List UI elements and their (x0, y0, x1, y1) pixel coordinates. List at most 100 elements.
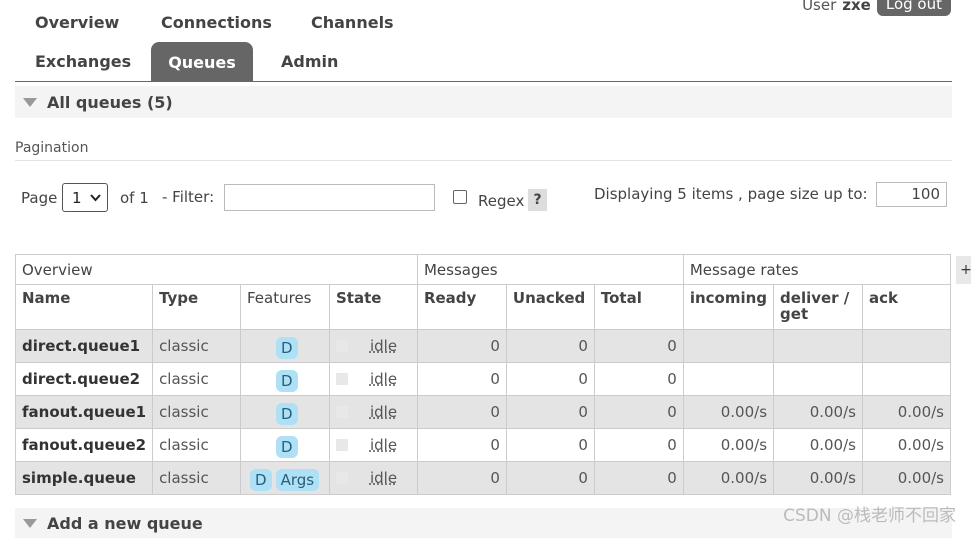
table-row[interactable]: fanout.queue2 classic D idle 0 0 0 0.00/… (14, 428, 952, 462)
col-deliver-get[interactable]: deliver / get (773, 284, 863, 330)
nav-connections[interactable]: Connections (161, 13, 272, 32)
page-size-input[interactable]: 100 (876, 182, 947, 207)
feature-badge[interactable]: D (250, 469, 272, 491)
queue-incoming: 0.00/s (682, 461, 775, 495)
page-label: Page (21, 189, 58, 207)
regex-label: Regex (478, 192, 525, 210)
queue-state: idle (328, 428, 418, 462)
state-text: idle (369, 337, 398, 355)
queue-name-link[interactable]: direct.queue2 (14, 362, 154, 396)
queue-name-link[interactable]: fanout.queue1 (14, 395, 154, 429)
queue-features: D (240, 362, 330, 396)
state-indicator-icon (335, 340, 348, 352)
queue-name-link[interactable]: simple.queue (14, 461, 154, 495)
of-pages-label: of 1 (120, 189, 149, 207)
queue-features: D (240, 395, 330, 429)
queue-ready: 0 (416, 395, 507, 429)
filter-label: - Filter: (162, 188, 215, 206)
state-indicator-icon (335, 406, 348, 418)
page-select[interactable]: 1 (62, 183, 108, 212)
displaying-label: Displaying 5 items , page size up to: (594, 185, 868, 203)
queue-type: classic (152, 362, 241, 396)
queue-ack: 0.00/s (861, 395, 952, 429)
queue-state: idle (328, 461, 418, 495)
col-incoming[interactable]: incoming (682, 284, 775, 330)
all-queues-header[interactable]: All queues (5) (15, 86, 952, 118)
nav-admin[interactable]: Admin (281, 52, 338, 71)
queue-unacked: 0 (505, 362, 595, 396)
group-messages: Messages (416, 254, 684, 285)
queue-type: classic (152, 461, 241, 495)
queue-type: classic (152, 395, 241, 429)
nav-channels[interactable]: Channels (311, 13, 394, 32)
add-columns-button[interactable]: + (956, 256, 971, 284)
queue-ack: 0.00/s (861, 428, 952, 462)
queue-unacked: 0 (505, 461, 595, 495)
nav-queues[interactable]: Queues (151, 42, 253, 82)
regex-checkbox[interactable] (453, 190, 467, 204)
state-text: idle (369, 436, 398, 454)
user-area: User zxe Log out (802, 0, 951, 16)
queue-state: idle (328, 362, 418, 396)
queue-unacked: 0 (505, 395, 595, 429)
queue-incoming (682, 329, 775, 363)
chevron-down-icon (90, 193, 101, 201)
queue-type: classic (152, 428, 241, 462)
pagination-divider (15, 160, 952, 161)
table-row[interactable]: fanout.queue1 classic D idle 0 0 0 0.00/… (14, 395, 952, 429)
feature-badge[interactable]: D (276, 337, 298, 359)
queue-deliver: 0.00/s (773, 428, 863, 462)
nav-divider (15, 81, 952, 82)
collapse-triangle-icon (23, 97, 37, 107)
group-message-rates: Message rates (682, 254, 952, 285)
queue-incoming: 0.00/s (682, 395, 775, 429)
queue-name-link[interactable]: direct.queue1 (14, 329, 154, 363)
queue-ready: 0 (416, 362, 507, 396)
queue-total: 0 (593, 461, 684, 495)
queue-total: 0 (593, 428, 684, 462)
user-name: zxe (842, 0, 871, 14)
all-queues-title: All queues (5) (47, 92, 173, 112)
state-text: idle (369, 403, 398, 421)
state-text: idle (369, 469, 398, 487)
queue-ready: 0 (416, 461, 507, 495)
logout-button[interactable]: Log out (876, 0, 951, 16)
col-ready[interactable]: Ready (416, 284, 507, 330)
nav-exchanges[interactable]: Exchanges (35, 52, 131, 71)
table-row[interactable]: direct.queue1 classic D idle 0 0 0 (14, 329, 952, 363)
queue-state: idle (328, 395, 418, 429)
group-overview: Overview (15, 254, 418, 285)
queue-type: classic (152, 329, 241, 363)
col-unacked[interactable]: Unacked (505, 284, 595, 330)
table-row[interactable]: simple.queue classic D Args idle 0 0 0 0.… (14, 461, 952, 495)
col-ack[interactable]: ack (861, 284, 952, 330)
queue-features: D Args (240, 461, 330, 495)
user-label: User (802, 0, 837, 14)
queue-features: D (240, 428, 330, 462)
col-features: Features (240, 284, 330, 330)
queue-deliver (773, 329, 863, 363)
queue-name-link[interactable]: fanout.queue2 (14, 428, 154, 462)
feature-badge[interactable]: D (276, 403, 298, 425)
col-state[interactable]: State (328, 284, 418, 330)
queue-incoming (682, 362, 775, 396)
table-row[interactable]: direct.queue2 classic D idle 0 0 0 (14, 362, 952, 396)
col-type[interactable]: Type (152, 284, 241, 330)
feature-badge-args[interactable]: Args (275, 469, 320, 491)
col-name[interactable]: Name (14, 284, 154, 330)
queue-total: 0 (593, 362, 684, 396)
pagination-label: Pagination (15, 140, 89, 156)
watermark: CSDN @栈老师不回家 (783, 506, 956, 526)
queue-ack (861, 362, 952, 396)
regex-help-button[interactable]: ? (528, 189, 547, 211)
col-total[interactable]: Total (593, 284, 684, 330)
nav-overview[interactable]: Overview (35, 13, 119, 32)
queue-ready: 0 (416, 428, 507, 462)
filter-input[interactable] (224, 184, 435, 211)
state-indicator-icon (335, 439, 348, 451)
queue-total: 0 (593, 395, 684, 429)
queues-table: Overview Messages Message rates Name Typ… (14, 254, 952, 495)
feature-badge[interactable]: D (276, 436, 298, 458)
feature-badge[interactable]: D (276, 370, 298, 392)
queue-deliver: 0.00/s (773, 395, 863, 429)
